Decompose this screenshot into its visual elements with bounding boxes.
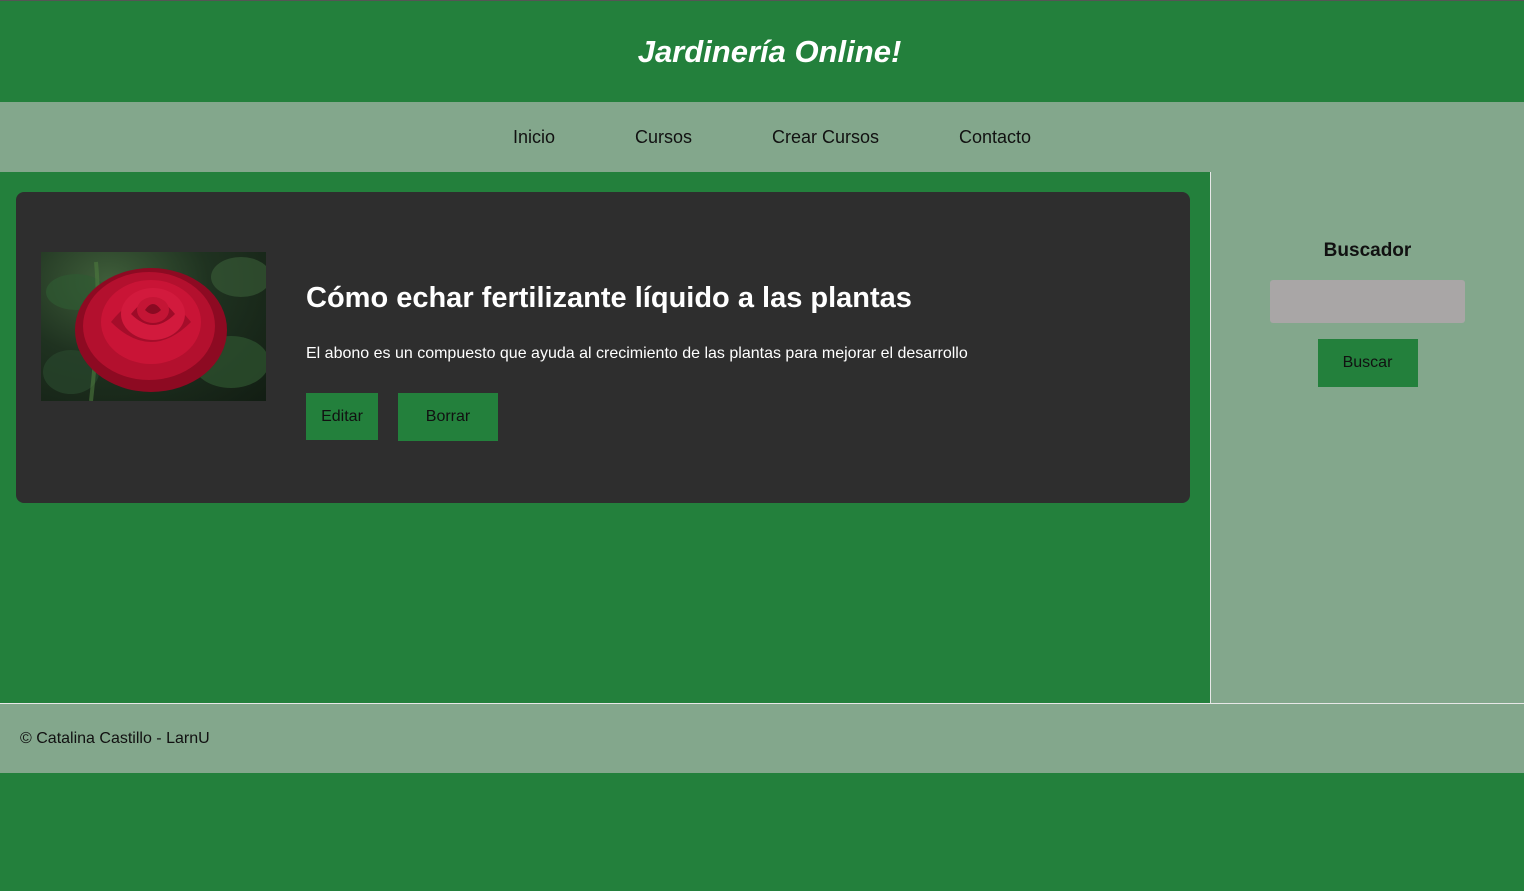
main-area: Cómo echar fertilizante líquido a las pl… xyxy=(0,172,1524,703)
site-title: Jardinería Online! xyxy=(637,33,902,69)
search-button[interactable]: Buscar xyxy=(1317,339,1418,387)
footer-text: © Catalina Castillo - LarnU xyxy=(20,729,210,747)
card-actions: Editar Borrar xyxy=(306,393,968,441)
delete-button[interactable]: Borrar xyxy=(398,393,498,441)
nav-item-cursos[interactable]: Cursos xyxy=(635,127,692,148)
content-area: Cómo echar fertilizante líquido a las pl… xyxy=(0,172,1210,703)
edit-button[interactable]: Editar xyxy=(306,393,378,440)
rose-illustration xyxy=(43,257,266,401)
sidebar-search: Buscador Buscar xyxy=(1210,172,1524,703)
search-title: Buscador xyxy=(1323,240,1412,261)
nav-item-crear-cursos[interactable]: Crear Cursos xyxy=(772,127,879,148)
card-body: Cómo echar fertilizante líquido a las pl… xyxy=(306,252,968,503)
search-input[interactable] xyxy=(1270,280,1465,323)
card-description: El abono es un compuesto que ayuda al cr… xyxy=(306,345,968,362)
nav-item-inicio[interactable]: Inicio xyxy=(513,127,555,148)
nav-item-contacto[interactable]: Contacto xyxy=(959,127,1031,148)
card-title: Cómo echar fertilizante líquido a las pl… xyxy=(306,282,912,314)
course-card: Cómo echar fertilizante líquido a las pl… xyxy=(16,192,1190,503)
main-nav: Inicio Cursos Crear Cursos Contacto xyxy=(0,102,1524,172)
rose-image xyxy=(41,252,266,401)
site-header: Jardinería Online! xyxy=(0,1,1524,102)
site-footer: © Catalina Castillo - LarnU xyxy=(0,703,1524,773)
